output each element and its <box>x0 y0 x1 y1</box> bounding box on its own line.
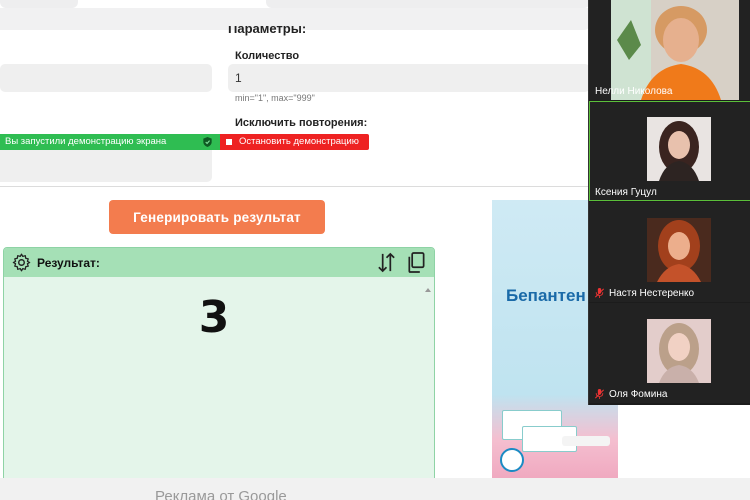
stop-icon <box>226 139 232 145</box>
top-field-right[interactable] <box>266 0 590 8</box>
left-field[interactable] <box>0 64 212 92</box>
video-panel: Нелли Николова Ксения Гуцул Настя Нестер… <box>588 0 750 405</box>
quantity-label: Количество <box>235 50 300 62</box>
result-header: Результат: <box>4 248 434 277</box>
participant-tile[interactable]: Оля Фомина <box>589 303 750 403</box>
result-card: Результат: 3 <box>3 247 435 500</box>
bayer-logo-icon <box>500 448 524 472</box>
footer: Реклама от Google <box>0 478 750 500</box>
shield-icon <box>203 137 212 147</box>
quantity-input[interactable]: 1 <box>228 64 590 92</box>
screen-share-text: Вы запустили демонстрацию экрана <box>5 136 167 147</box>
page: Параметры: Количество 1 min="1", max="99… <box>0 0 750 500</box>
screen-share-status: Вы запустили демонстрацию экрана <box>0 134 220 150</box>
sort-icon[interactable] <box>376 252 397 273</box>
divider <box>0 186 592 187</box>
exclude-label: Исключить повторения: <box>235 117 368 129</box>
generate-button[interactable]: Генерировать результат <box>109 200 325 234</box>
result-title: Результат: <box>37 256 100 270</box>
result-value: 3 <box>198 292 230 343</box>
participant-name: Ксения Гуцул <box>595 187 657 198</box>
participant-video <box>647 319 711 383</box>
participant-tile[interactable]: Ксения Гуцул <box>589 101 750 201</box>
participant-tile[interactable]: Нелли Николова <box>589 0 750 100</box>
participant-name: Оля Фомина <box>609 389 668 400</box>
participant-name: Настя Нестеренко <box>609 288 695 299</box>
muted-mic-icon <box>595 389 604 399</box>
left-select-field[interactable] <box>0 150 212 182</box>
participant-video <box>611 0 739 100</box>
participant-tile[interactable]: Настя Нестеренко <box>589 202 750 302</box>
muted-mic-icon <box>595 288 604 298</box>
participant-video <box>647 218 711 282</box>
participant-name: Нелли Николова <box>595 86 673 97</box>
scroll-up-arrow[interactable] <box>425 288 431 292</box>
gear-icon[interactable] <box>12 253 31 272</box>
ad-brand: Бепантен <box>506 286 586 305</box>
params-heading: Параметры: <box>228 26 307 36</box>
stop-share-label: Остановить демонстрацию <box>239 136 359 147</box>
ad-footer-text: Реклама от Google <box>155 488 287 500</box>
product-tube <box>562 436 610 446</box>
copy-icon[interactable] <box>407 252 425 273</box>
top-field-left[interactable] <box>0 0 78 8</box>
quantity-hint: min="1", max="999" <box>235 93 315 103</box>
stop-share-button[interactable]: Остановить демонстрацию <box>220 134 369 150</box>
participant-video <box>647 117 711 181</box>
